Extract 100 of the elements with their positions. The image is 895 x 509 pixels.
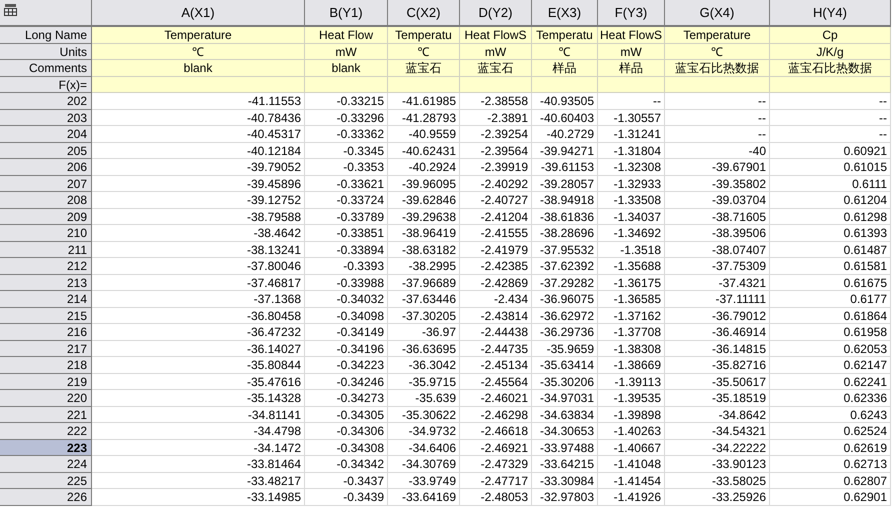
table-cell: -39.94271 [532,142,598,159]
table-cell: -1.38308 [598,340,665,357]
table-cell: -40.12184 [92,142,305,159]
table-cell: 0.62241 [770,374,891,390]
table-cell: -36.29736 [532,324,598,340]
row-header[interactable]: 205 [0,142,92,159]
table-cell: 0.62901 [770,489,891,506]
row-header[interactable]: 224 [0,456,92,472]
row-header[interactable]: 222 [0,423,92,440]
table-cell: -36.63695 [388,340,460,357]
table-cell: -2.39919 [460,159,532,176]
table-icon [4,4,17,16]
table-cell: -2.42385 [460,258,532,274]
column-header[interactable]: F(Y3) [598,0,665,27]
table-cell: 蓝宝石比热数据 [665,60,770,76]
column-header[interactable]: A(X1) [92,0,305,27]
row-header[interactable]: 212 [0,258,92,274]
table-cell: -39.29638 [388,208,460,225]
row-header[interactable]: 221 [0,406,92,423]
table-cell: -35.9715 [388,374,460,390]
row-header[interactable]: 213 [0,274,92,291]
table-cell: mW [460,44,532,60]
table-cell: -37.96689 [388,274,460,291]
table-cell: -39.61153 [532,159,598,176]
table-cell [532,76,598,93]
table-cell: -38.13241 [92,242,305,258]
row-header[interactable]: 204 [0,126,92,142]
row-header[interactable]: 216 [0,324,92,340]
column-header[interactable]: E(X3) [532,0,598,27]
table-cell: -34.22222 [665,440,770,456]
table-cell: -2.42869 [460,274,532,291]
table-cell: 0.6177 [770,291,891,308]
row-header[interactable]: 211 [0,242,92,258]
row-header[interactable]: 220 [0,390,92,406]
column-header[interactable]: H(Y4) [770,0,891,27]
table-cell: 0.62147 [770,357,891,374]
table-cell: -37.30205 [388,308,460,324]
row-header[interactable]: Comments [0,60,92,76]
row-header[interactable]: 226 [0,489,92,506]
row-header[interactable]: 210 [0,225,92,242]
table-cell: -37.11111 [665,291,770,308]
table-cell: -2.45134 [460,357,532,374]
table-cell: -- [665,110,770,126]
column-header[interactable]: B(Y1) [305,0,388,27]
row-header[interactable]: 223 [0,440,92,456]
table-cell: 0.61298 [770,208,891,225]
table-cell: 0.62713 [770,456,891,472]
table-cell: -35.18519 [665,390,770,406]
row-header[interactable]: 214 [0,291,92,308]
table-cell: Heat FlowS [598,27,665,44]
table-cell: -38.4642 [92,225,305,242]
table-cell: -2.41204 [460,208,532,225]
column-header[interactable]: G(X4) [665,0,770,27]
table-cell: -0.3345 [305,142,388,159]
table-cell: -1.3518 [598,242,665,258]
table-cell: -2.46921 [460,440,532,456]
table-cell: -1.41454 [598,472,665,489]
table-cell: 0.62524 [770,423,891,440]
table-cell: -35.639 [388,390,460,406]
table-cell: Heat FlowS [460,27,532,44]
table-cell: -2.39254 [460,126,532,142]
table-cell: -34.8642 [665,406,770,423]
row-header[interactable]: 215 [0,308,92,324]
table-cell: -0.3393 [305,258,388,274]
table-cell: -33.48217 [92,472,305,489]
column-header[interactable]: C(X2) [388,0,460,27]
row-header[interactable]: 225 [0,472,92,489]
table-cell: -37.46817 [92,274,305,291]
table-cell: -1.31804 [598,142,665,159]
row-header[interactable]: 207 [0,176,92,192]
row-header[interactable]: F(x)= [0,76,92,93]
select-all-corner[interactable] [0,0,92,27]
row-header[interactable]: 206 [0,159,92,176]
row-header[interactable]: 218 [0,357,92,374]
table-cell: -39.12752 [92,192,305,208]
table-cell: -- [598,93,665,110]
table-cell: ℃ [532,44,598,60]
column-header[interactable]: D(Y2) [460,0,532,27]
row-header[interactable]: 208 [0,192,92,208]
table-cell: -34.63834 [532,406,598,423]
table-cell: blank [92,60,305,76]
table-cell: 0.61675 [770,274,891,291]
row-header[interactable]: Long Name [0,27,92,44]
table-cell: -39.79052 [92,159,305,176]
row-header[interactable]: 209 [0,208,92,225]
table-cell: -36.14815 [665,340,770,357]
table-cell: 0.61958 [770,324,891,340]
table-cell: -1.34037 [598,208,665,225]
table-cell: -38.96419 [388,225,460,242]
row-header[interactable]: 203 [0,110,92,126]
row-header[interactable]: Units [0,44,92,60]
table-cell: -38.2995 [388,258,460,274]
table-cell: -0.34305 [305,406,388,423]
table-cell: -33.64215 [532,456,598,472]
row-header[interactable]: 217 [0,340,92,357]
row-header[interactable]: 202 [0,93,92,110]
table-cell: -2.41979 [460,242,532,258]
table-cell: -37.29282 [532,274,598,291]
row-header[interactable]: 219 [0,374,92,390]
table-cell: 0.61487 [770,242,891,258]
